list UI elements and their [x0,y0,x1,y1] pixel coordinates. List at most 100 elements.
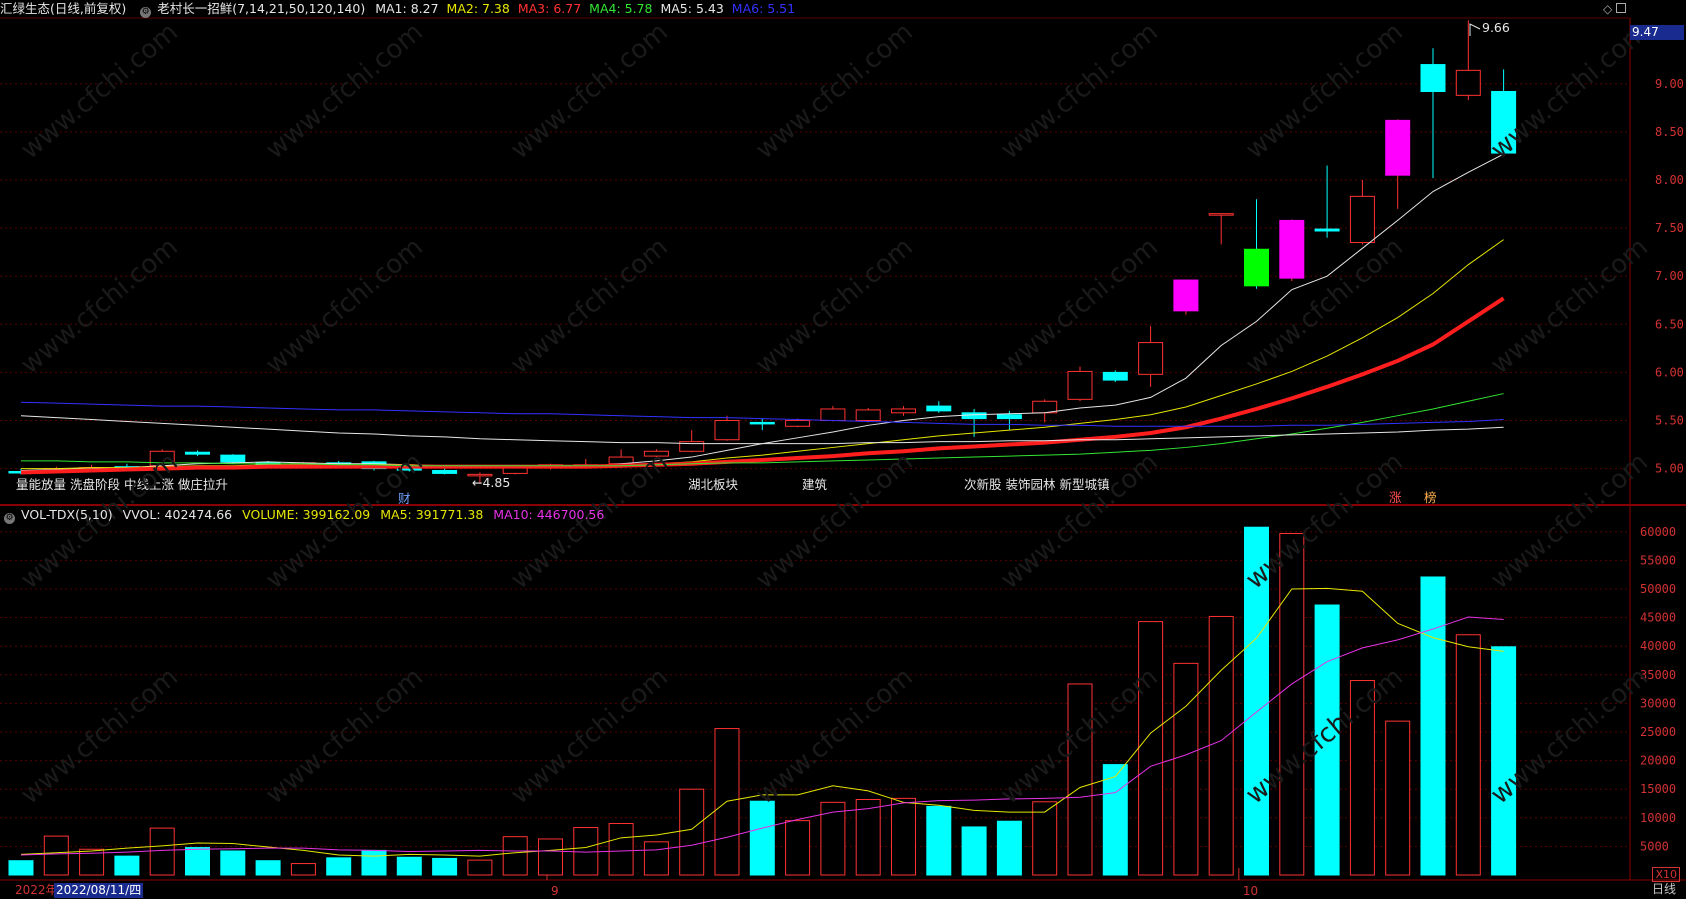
vol-indicator-name[interactable]: VOL-TDX(5,10) [21,507,113,522]
candle-body [1314,228,1340,232]
high-price-marker: 9.66 [1482,20,1510,35]
volume-bar [679,788,705,876]
candle-body [185,451,210,455]
ma-legend-item-3: MA3: 6.77 [517,1,582,16]
sector-tag-hubei: 湖北板块 [688,477,739,492]
limit-up-marker: 涨 [1389,490,1402,505]
volume-tick-label: 5000 [1640,839,1669,853]
volume-bar [961,826,987,876]
volume-bar [185,847,210,876]
year-label: 2022年 [15,883,58,897]
candle-body [1244,248,1269,287]
watermark-text: www.cfchi.com [15,17,184,165]
volume-tick-label: 55000 [1640,553,1676,567]
price-tick-label: 8.00 [1655,173,1684,187]
volume-bar [855,798,881,876]
candle-body [1032,400,1058,414]
candle-body [432,470,458,474]
candle-body [961,412,987,420]
volume-tick-label: 40000 [1640,639,1676,653]
volume-bar [1385,720,1411,876]
sector-tag-group: 次新股 装饰园林 新型城镇 [964,477,1109,492]
volume-bar [1208,615,1234,876]
watermark-text: www.cfchi.com [750,17,919,165]
price-tick-label: 6.50 [1655,317,1684,331]
candle-body [1385,119,1411,176]
settings-gear-icon[interactable]: ⚙ [4,513,15,524]
ma-legend: MA1: 8.27 MA2: 7.38 MA3: 6.77 MA4: 5.78 MA5:… [375,1,803,16]
price-tick-label: 5.00 [1655,462,1684,476]
volume-tick-label: 10000 [1640,811,1676,825]
volume-bar [467,859,493,876]
volume-bar [8,860,34,876]
volume-bar [1455,634,1481,876]
period-label[interactable]: 日线 [1652,880,1676,897]
volume-bar [255,860,281,876]
stock-title[interactable]: 汇绿生态(日线,前复权) [0,1,126,16]
volume-bar [891,797,916,876]
volume-bar [608,823,634,876]
candle-body [714,420,740,441]
candle-body [1138,342,1164,375]
candle-body [1067,370,1093,400]
volume-tick-label: 45000 [1640,611,1676,625]
watermark-text: www.cfchi.com [260,662,429,810]
volume-bar [149,827,175,876]
volume-bar [996,820,1022,876]
candle-body [785,420,811,427]
volume-bar [820,801,846,876]
volume-bar [396,856,422,876]
candle-body [220,454,246,463]
settings-gear-icon[interactable]: ⚙ [140,7,152,18]
price-tick-label: 8.50 [1655,125,1684,139]
expand-icon[interactable] [1616,3,1626,13]
sector-tag-construction: 建筑 [802,477,828,492]
watermark-text: www.cfchi.com [260,232,429,380]
price-panel-header: 汇绿生态(日线,前复权) ⚙ 老村长一招鲜(7,14,21,50,120,140)… [0,0,1620,18]
price-tick-label: 7.00 [1655,269,1684,283]
ma-legend-item-5: MA5: 5.43 [660,1,724,16]
volume-bar [502,836,528,876]
volume-bar [43,835,69,876]
volume-bar [538,838,563,876]
candle-body [926,405,952,412]
candle-body [891,408,916,414]
month-label: 10 [1243,884,1258,898]
volume-bar [785,820,811,876]
volume-panel-header: ⚙ VOL-TDX(5,10) VVOL: 402474.66 VOLUME: 3… [0,506,1620,524]
month-label: 9 [551,884,559,898]
ma-legend-item-6: MA6: 5.51 [731,1,796,16]
volume-bar [749,800,775,876]
volume-bar [220,850,246,876]
date-cursor-badge: 2022/08/11/四 [54,883,144,898]
kline-chart[interactable]: 9.00 8.50 8.00 7.50 7.00 6.50 6.00 5.50 5.00 6000… [0,0,1686,899]
watermark-text: www.cfchi.com [750,662,919,810]
watermark-text: www.cfchi.com [1485,232,1654,380]
candle-body [1173,279,1199,312]
volume-bar [1173,662,1199,876]
candle-body [1420,64,1446,92]
volume-bar [1032,801,1058,876]
volume-bar [1491,646,1517,876]
ma-legend-item-1: MA1: 8.27 [375,1,439,16]
watermark-text: www.cfchi.com [15,662,184,810]
volume-bar [114,855,140,876]
watermark-text: www.cfchi.com [15,232,184,380]
price-tick-label: 9.00 [1655,77,1684,91]
candle-body [996,414,1022,420]
high-price-arrow [1469,23,1481,36]
watermark-text: www.cfchi.com [995,17,1164,165]
watermark-text: www.cfchi.com [750,232,919,380]
rank-marker: 榜 [1424,490,1437,505]
window-controls: ◇ [1603,2,1626,16]
volume-tick-label: 20000 [1640,754,1676,768]
volume-bar [643,841,669,876]
volume-value: VOLUME: 399162.09 [242,507,371,522]
volume-bar [361,849,387,876]
candle-body [820,408,846,421]
volume-bar [926,805,952,876]
volume-bar [326,857,352,876]
indicator-name[interactable]: 老村长一招鲜(7,14,21,50,120,140) [157,1,365,16]
volume-tick-label: 15000 [1640,782,1676,796]
diamond-icon[interactable]: ◇ [1603,2,1612,16]
